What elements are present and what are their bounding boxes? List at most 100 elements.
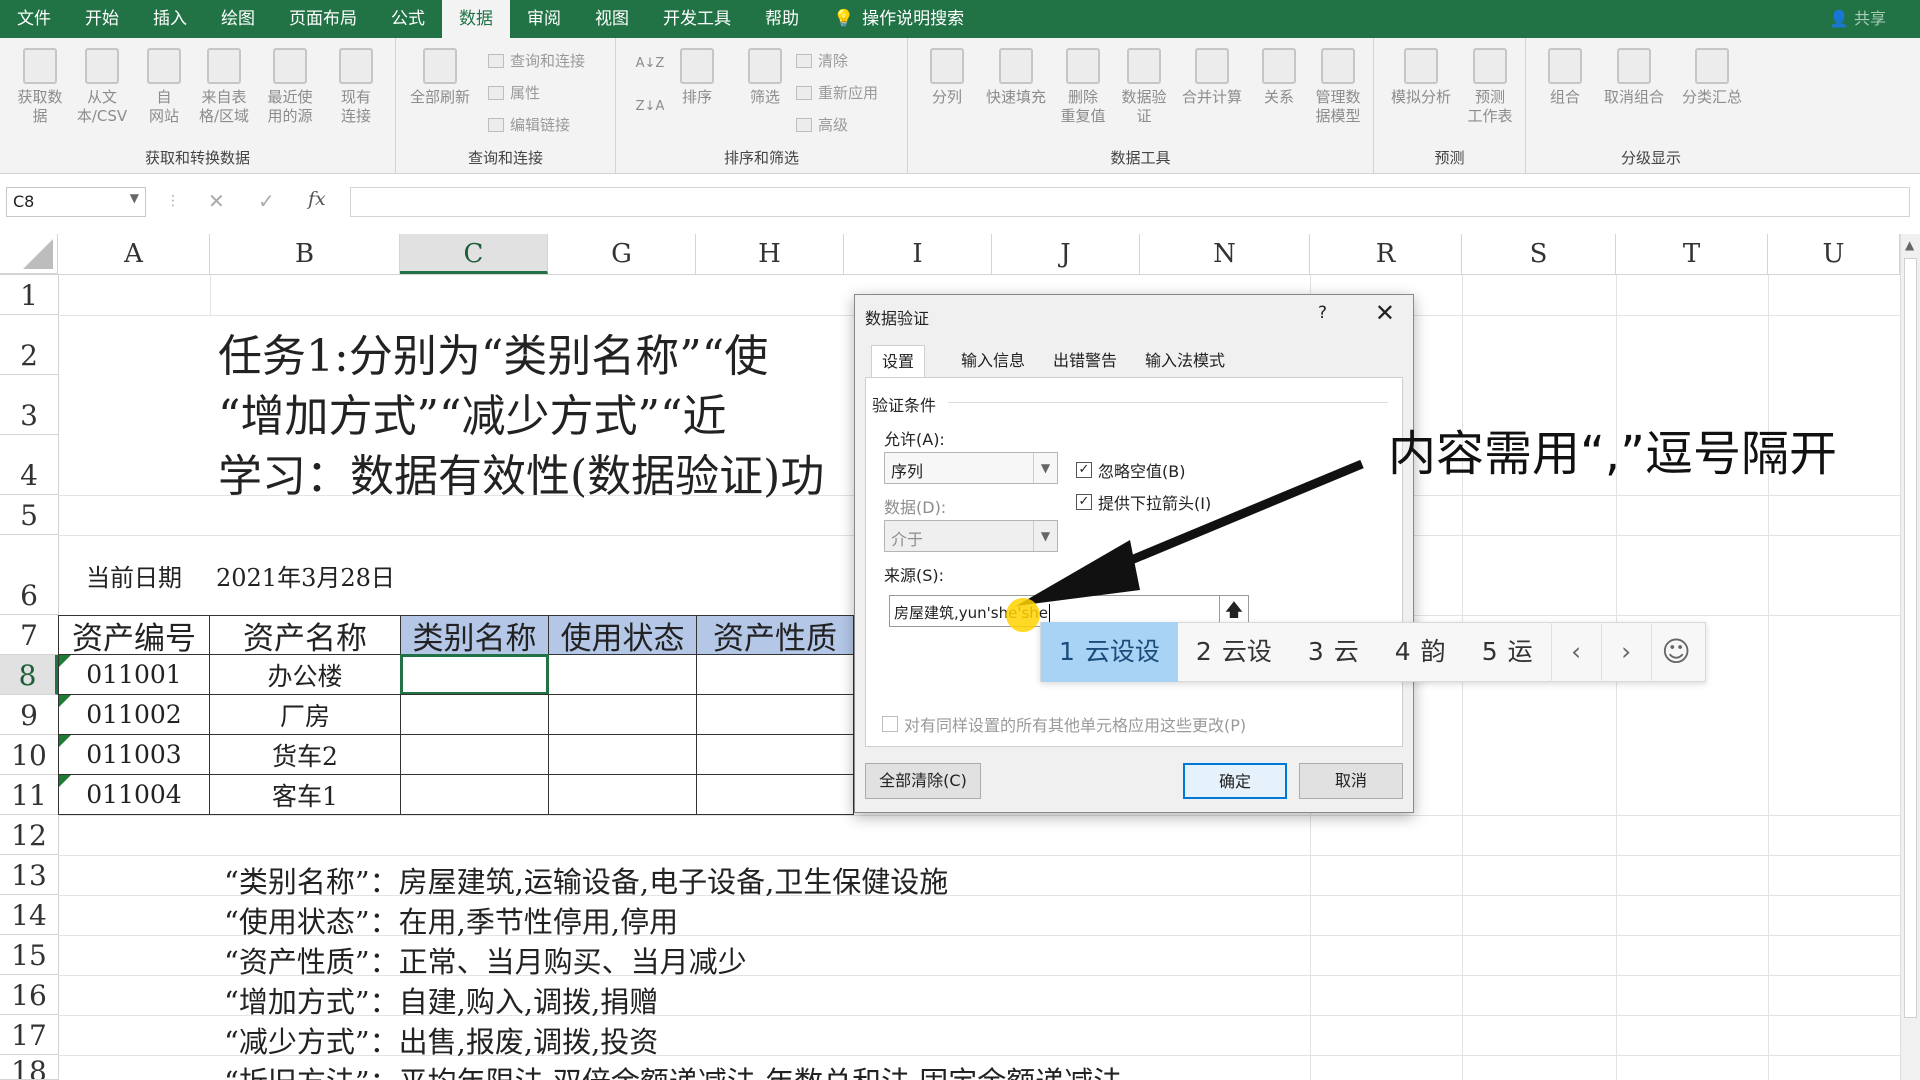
consolidate-button[interactable]: 合并计算 [1174,48,1250,107]
tab-review[interactable]: 审阅 [510,0,578,38]
tab-ime-mode[interactable]: 输入法模式 [1135,345,1235,377]
from-web-button[interactable]: 自 网站 [138,48,190,126]
usage-status-cell[interactable] [548,774,697,815]
tab-data[interactable]: 数据 [442,0,510,38]
row-header-9[interactable]: 9 [0,695,58,735]
scrollbar-thumb[interactable] [1904,258,1917,1018]
usage-status-cell[interactable] [548,654,697,695]
current-date-label[interactable]: 当前日期 [58,535,210,615]
category-cell[interactable] [400,774,549,815]
error-indicator-icon[interactable] [59,655,71,667]
header-asset-id[interactable]: 资产编号 [58,615,210,657]
tab-error-alert[interactable]: 出错警告 [1043,345,1127,377]
column-header-j[interactable]: J [992,234,1140,274]
column-header-t[interactable]: T [1616,234,1768,274]
name-box[interactable]: C8 ▼ [6,187,146,217]
apply-to-all-checkbox[interactable]: 对有同样设置的所有其他单元格应用这些更改(P) [882,712,1246,736]
from-text-csv-button[interactable]: 从文 本/CSV [70,48,134,126]
formula-input[interactable] [350,187,1910,217]
row-header-4[interactable]: 4 [0,435,58,495]
row-header-12[interactable]: 12 [0,815,58,855]
column-header-u[interactable]: U [1768,234,1900,274]
tab-insert[interactable]: 插入 [136,0,204,38]
existing-connections-button[interactable]: 现有 连接 [326,48,386,126]
row-header-1[interactable]: 1 [0,275,58,315]
ime-candidate-2[interactable]: 2 云设 [1178,622,1290,682]
column-header-s[interactable]: S [1462,234,1616,274]
asset-name-cell[interactable]: 货车2 [209,734,401,775]
enter-icon[interactable]: ✓ [258,189,275,213]
recent-sources-button[interactable]: 最近使 用的源 [258,48,322,126]
row-header-7[interactable]: 7 [0,615,58,655]
error-indicator-icon[interactable] [59,735,71,747]
header-category[interactable]: 类别名称 [400,615,549,657]
asset-id-cell[interactable]: 011004 [58,774,210,815]
ime-prev-page-icon[interactable]: ‹ [1550,622,1601,682]
header-usage-status[interactable]: 使用状态 [548,615,697,657]
advanced-button[interactable]: 高级 [796,114,848,135]
category-cell[interactable] [400,734,549,775]
asset-id-cell[interactable]: 011003 [58,734,210,775]
column-header-a[interactable]: A [58,234,210,274]
scroll-up-icon[interactable]: ▲ [1905,238,1914,252]
column-header-g[interactable]: G [548,234,696,274]
row-header-18[interactable]: 18 [0,1055,58,1080]
row-header-3[interactable]: 3 [0,375,58,435]
asset-name-cell[interactable]: 办公楼 [209,654,401,695]
row-header-15[interactable]: 15 [0,935,58,975]
active-cell-c8[interactable] [400,654,549,695]
row-header-11[interactable]: 11 [0,775,58,815]
tab-view[interactable]: 视图 [578,0,646,38]
tab-input-message[interactable]: 输入信息 [951,345,1035,377]
cancel-icon[interactable]: ✕ [208,189,225,213]
column-header-b[interactable]: B [210,234,400,274]
close-icon[interactable]: ✕ [1375,299,1395,327]
row-header-6[interactable]: 6 [0,535,58,615]
tab-file[interactable]: 文件 [0,0,68,38]
row-header-17[interactable]: 17 [0,1015,58,1055]
group-button[interactable]: 组合 [1540,48,1590,107]
current-date-value[interactable]: 2021年3月28日 [216,535,395,615]
error-indicator-icon[interactable] [59,695,71,707]
ignore-blank-checkbox[interactable]: ✓ 忽略空值(B) [1076,458,1185,482]
ungroup-button[interactable]: 取消组合 [1596,48,1672,107]
reapply-button[interactable]: 重新应用 [796,82,878,103]
column-header-h[interactable]: H [696,234,844,274]
asset-nature-cell[interactable] [696,694,854,735]
edit-links-button[interactable]: 编辑链接 [488,114,570,135]
asset-id-cell[interactable]: 011001 [58,654,210,695]
data-validation-button[interactable]: 数据验 证 [1114,48,1174,126]
column-header-i[interactable]: I [844,234,992,274]
asset-name-cell[interactable]: 厂房 [209,694,401,735]
in-cell-dropdown-checkbox[interactable]: ✓ 提供下拉箭头(I) [1076,490,1211,514]
row-header-5[interactable]: 5 [0,495,58,535]
subtotal-button[interactable]: 分类汇总 [1674,48,1750,107]
tab-developer[interactable]: 开发工具 [646,0,748,38]
allow-select[interactable]: 序列 ▼ [884,452,1058,484]
header-asset-nature[interactable]: 资产性质 [696,615,854,657]
sort-button[interactable]: 排序 [672,48,722,107]
what-if-button[interactable]: 模拟分析 [1384,48,1458,107]
asset-nature-cell[interactable] [696,774,854,815]
ime-candidate-4[interactable]: 4韵 [1377,622,1464,682]
ime-candidate-5[interactable]: 5运 [1464,622,1551,682]
cancel-button[interactable]: 取消 [1299,763,1403,799]
clear-button[interactable]: 清除 [796,50,848,71]
row-header-16[interactable]: 16 [0,975,58,1015]
ime-next-page-icon[interactable]: › [1600,622,1651,682]
relationships-button[interactable]: 关系 [1254,48,1304,107]
select-all-corner[interactable] [0,234,58,274]
tab-draw[interactable]: 绘图 [204,0,272,38]
tab-settings[interactable]: 设置 [871,345,926,377]
row-header-8[interactable]: 8 [0,655,58,695]
forecast-sheet-button[interactable]: 预测 工作表 [1460,48,1520,126]
filter-button[interactable]: 筛选 [740,48,790,107]
vertical-scrollbar[interactable]: ▲ [1900,234,1920,1080]
usage-status-cell[interactable] [548,694,697,735]
get-data-button[interactable]: 获取数 据 [10,48,70,126]
asset-name-cell[interactable]: 客车1 [209,774,401,815]
row-header-10[interactable]: 10 [0,735,58,775]
remove-duplicates-button[interactable]: 删除 重复值 [1054,48,1112,126]
sort-az-button[interactable]: A↓Z Z↓A [632,48,668,116]
clear-all-button[interactable]: 全部清除(C) [865,763,981,799]
